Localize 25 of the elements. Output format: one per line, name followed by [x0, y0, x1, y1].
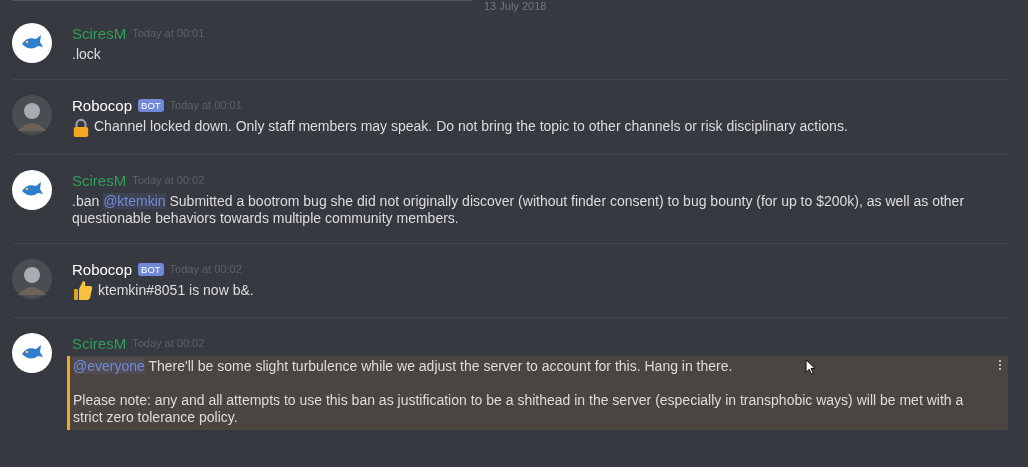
bot-tag: BOT — [138, 98, 164, 112]
fish-avatar-icon[interactable] — [12, 333, 52, 373]
username[interactable]: SciresM — [72, 24, 127, 42]
username[interactable]: Robocop — [72, 260, 133, 278]
message-text: Channel locked down. Only staff members may speak. Do not bring the topic to other channels or risk disciplinary actions. — [94, 118, 848, 135]
message-text: ktemkin#8051 is now b&. — [98, 282, 254, 299]
message-text: Please note: any and all attempts to use this ban as justification to be a shithead in the server (especially in transphobic ways) will be met with a strict zero tolerance policy. — [73, 392, 965, 426]
bot-tag: BOT — [138, 262, 164, 276]
date-divider: 13 July 2018 — [483, 0, 548, 13]
more-options-icon[interactable] — [999, 360, 1002, 370]
message-text: .ban @ktemkin Submitted a bootrom bug she did not originally discover (without finder consent) to bug bounty (for up to $200k), as well as other questionable behaviors towards multiple community members. — [72, 193, 966, 227]
username[interactable]: SciresM — [72, 334, 127, 352]
message-text: .lock — [72, 46, 101, 63]
avatar-icon[interactable] — [12, 259, 52, 299]
thumbs-up-icon — [72, 279, 94, 301]
fish-avatar-icon[interactable] — [12, 170, 52, 210]
username[interactable]: SciresM — [72, 171, 127, 189]
avatar-icon[interactable] — [12, 95, 52, 135]
username[interactable]: Robocop — [72, 96, 133, 114]
padlock-icon — [72, 118, 90, 138]
mouse-cursor-icon — [805, 359, 816, 375]
fish-avatar-icon[interactable] — [12, 23, 52, 63]
mention-link[interactable]: @everyone — [73, 358, 145, 374]
message-text: @everyone There'll be some slight turbulence while we adjust the server to account for this. Hang in there. — [73, 358, 733, 375]
mention-link[interactable]: @ktemkin — [103, 193, 166, 209]
